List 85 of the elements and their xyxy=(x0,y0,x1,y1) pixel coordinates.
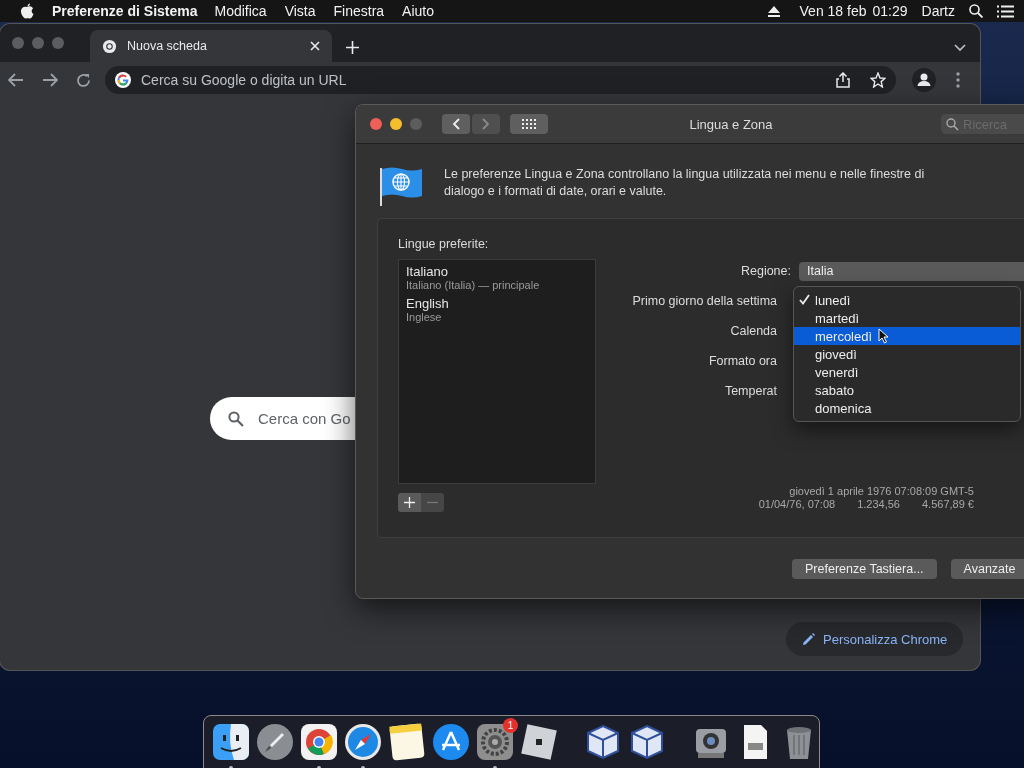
field-label: Calenda xyxy=(729,324,777,338)
search-icon xyxy=(946,117,959,131)
profile-icon[interactable] xyxy=(912,68,936,92)
address-bar[interactable]: Cerca su Google o digita un URL xyxy=(105,66,896,94)
minimize-light[interactable] xyxy=(390,118,402,130)
format-sample: 1.234,56 xyxy=(857,498,900,511)
customize-button[interactable]: Personalizza Chrome xyxy=(786,622,964,656)
region-popup[interactable]: Italia xyxy=(799,261,1024,281)
grid-button[interactable] xyxy=(510,114,548,134)
menu-item[interactable]: martedì xyxy=(794,309,1020,327)
close-light[interactable] xyxy=(370,118,382,130)
menu-item[interactable]: Finestra xyxy=(333,3,385,19)
search-icon[interactable] xyxy=(969,4,983,18)
chevron-left-icon xyxy=(452,118,460,130)
minus-icon xyxy=(427,501,438,504)
list-icon[interactable] xyxy=(997,4,1014,18)
chrome-icon[interactable] xyxy=(300,723,338,761)
plus-icon[interactable] xyxy=(346,41,359,54)
grid-icon xyxy=(522,119,536,129)
gear-icon[interactable] xyxy=(476,723,514,761)
language-detail: Inglese xyxy=(406,311,443,323)
search-field[interactable]: Cerca con Go xyxy=(258,410,354,427)
more-icon[interactable] xyxy=(956,72,960,88)
user-name[interactable]: Dartz xyxy=(921,3,955,19)
search-box[interactable]: Cerca con Go xyxy=(210,397,355,440)
menu-item[interactable]: Vista xyxy=(284,3,316,19)
compass-icon[interactable] xyxy=(344,723,382,761)
chevron-right-icon xyxy=(482,118,490,130)
apple-icon[interactable] xyxy=(20,3,34,19)
chrome-logo-icon xyxy=(102,38,117,54)
menu-item[interactable]: Modifica xyxy=(214,3,267,19)
menu-item[interactable]: lunedì xyxy=(794,291,1020,309)
eject-icon[interactable] xyxy=(767,5,780,17)
description-text: Le preferenze Lingua e Zona controllano la lingua utilizzata nei menu e nelle finestre di dialogo e i formati di date, orari e valute. xyxy=(444,166,926,200)
language-list[interactable]: Italiano Italiano (Italia) — principale English Inglese xyxy=(398,259,596,484)
smiling-face-icon[interactable] xyxy=(212,723,250,761)
menu-item[interactable]: venerdì xyxy=(794,363,1020,381)
pointer-icon xyxy=(878,328,889,344)
language-name[interactable]: English xyxy=(406,296,588,311)
share-icon[interactable] xyxy=(836,72,850,88)
pencil-icon xyxy=(802,632,815,646)
search-icon xyxy=(228,410,244,427)
zoom-light[interactable] xyxy=(52,37,64,49)
star-icon[interactable] xyxy=(870,72,886,88)
date-sample: giovedì 1 aprile 1976 07:08:09 GMT-5 xyxy=(789,485,974,498)
field-label: Primo giorno della settima xyxy=(631,294,777,308)
menu-item[interactable]: sabato xyxy=(794,381,1020,399)
field-label: Temperat xyxy=(723,384,777,398)
forward-button[interactable] xyxy=(472,114,500,134)
window-title: Lingua e Zona xyxy=(688,116,774,132)
close-light[interactable] xyxy=(12,37,24,49)
menu-date[interactable]: Ven 18 feb xyxy=(799,3,867,19)
back-button[interactable] xyxy=(442,114,470,134)
flag-globe-icon xyxy=(380,166,422,206)
forward-icon[interactable] xyxy=(42,73,58,87)
back-icon[interactable] xyxy=(8,73,24,87)
menu-item[interactable]: mercoledì xyxy=(794,327,1020,345)
browser-tab[interactable]: Nuova scheda xyxy=(90,30,332,62)
menu-clock[interactable]: 01:29 xyxy=(872,3,908,19)
checkmark-icon xyxy=(799,294,810,305)
dialog-button[interactable]: Preferenze Tastiera... xyxy=(792,559,937,579)
cube-icon[interactable] xyxy=(628,723,666,761)
menu-item[interactable]: domenica xyxy=(794,399,1020,417)
notification-badge: 1 xyxy=(503,718,518,733)
chevron-down-icon[interactable] xyxy=(954,44,966,52)
section-label: Lingue preferite: xyxy=(398,237,490,251)
close-icon[interactable] xyxy=(310,41,320,51)
address-field[interactable]: Cerca su Google o digita un URL xyxy=(139,71,828,89)
cube-icon[interactable] xyxy=(584,723,622,761)
format-sample: 01/04/76, 07:08 xyxy=(758,498,836,511)
dialog-button[interactable]: Avanzate xyxy=(950,559,1024,579)
field-label: Formato ora xyxy=(707,354,777,368)
field-label: Regione: xyxy=(739,264,792,278)
app-menu[interactable]: Preferenze di Sistema xyxy=(52,3,198,19)
plus-icon xyxy=(404,497,415,508)
app-store-icon[interactable] xyxy=(432,723,470,761)
menu-item[interactable]: giovedì xyxy=(794,345,1020,363)
language-detail: Italiano (Italia) — principale xyxy=(406,279,541,291)
notepad-icon[interactable] xyxy=(388,723,426,761)
format-sample: 4.567,89 € xyxy=(922,498,974,511)
google-icon xyxy=(115,72,131,88)
menu-item[interactable]: Aiuto xyxy=(402,3,435,19)
language-name[interactable]: Italiano xyxy=(406,264,588,279)
add-button[interactable] xyxy=(398,493,421,512)
reload-icon[interactable] xyxy=(76,72,91,88)
